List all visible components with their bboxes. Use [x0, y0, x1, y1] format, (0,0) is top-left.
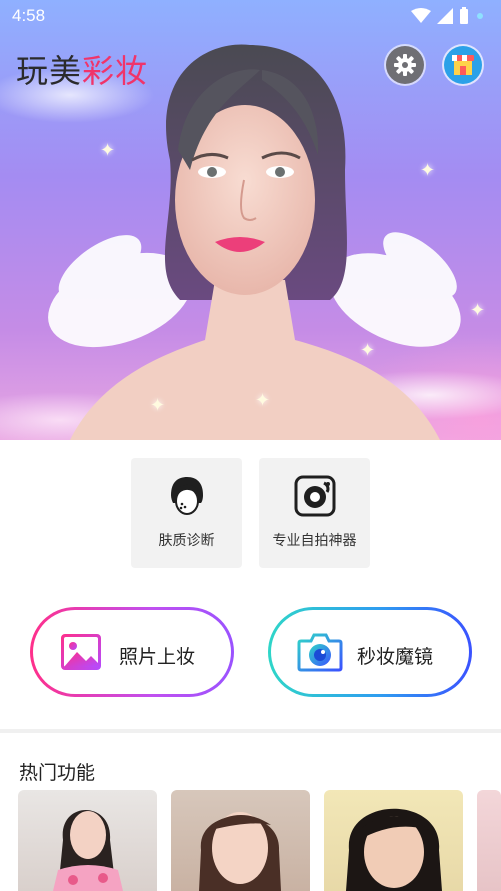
hot-features-title: 热门功能: [19, 762, 96, 784]
app-title-part1: 玩美: [16, 52, 83, 90]
skin-diagnosis-label: 肤质诊断: [158, 533, 215, 549]
signal-icon: [437, 8, 453, 24]
status-time: 4:58: [12, 6, 46, 25]
shop-button[interactable]: [444, 46, 482, 84]
notification-dot-icon: [477, 13, 483, 19]
hot-feature-card[interactable]: [324, 790, 463, 891]
model-thumbnail-image: [199, 812, 281, 891]
app-title: 玩美彩妆: [16, 46, 148, 92]
sparkle-icon: ✦: [420, 160, 436, 181]
settings-button[interactable]: [386, 46, 424, 84]
sparkle-icon: ✦: [470, 300, 486, 321]
model-thumbnail-image: [53, 810, 123, 891]
pro-selfie-label: 专业自拍神器: [272, 533, 357, 549]
shop-icon: [452, 55, 474, 75]
battery-icon: [460, 7, 468, 24]
instant-makeup-mirror-button-inner: 秒妆魔镜: [271, 610, 469, 694]
hot-feature-card[interactable]: [18, 790, 157, 891]
photo-makeup-label: 照片上妆: [119, 646, 196, 668]
photo-makeup-button-inner: 照片上妆: [33, 610, 231, 694]
instant-makeup-mirror-button[interactable]: 秒妆魔镜: [268, 607, 472, 697]
sparkle-icon: ✦: [150, 395, 166, 416]
section-divider: [0, 729, 501, 733]
status-icons: [411, 7, 485, 25]
gear-icon: [394, 54, 416, 76]
selfie-camera-icon: [294, 475, 335, 517]
sparkle-icon: ✦: [255, 390, 271, 411]
face-scan-icon: [170, 477, 203, 515]
sparkle-icon: ✦: [100, 140, 116, 161]
image-icon: [61, 634, 101, 670]
pro-selfie-tile[interactable]: 专业自拍神器: [259, 458, 370, 568]
hot-feature-card[interactable]: [171, 790, 310, 891]
hot-feature-card[interactable]: [477, 790, 501, 891]
wifi-icon: [411, 8, 431, 23]
sparkle-icon: ✦: [360, 340, 376, 361]
app-title-part2: 彩妆: [82, 52, 149, 90]
instant-makeup-mirror-label: 秒妆魔镜: [357, 646, 434, 668]
model-thumbnail-image: [346, 808, 442, 891]
skin-diagnosis-tile[interactable]: 肤质诊断: [131, 458, 242, 568]
status-bar: 4:58: [0, 0, 501, 32]
camera-icon: [297, 633, 343, 672]
photo-makeup-button[interactable]: 照片上妆: [30, 607, 234, 697]
